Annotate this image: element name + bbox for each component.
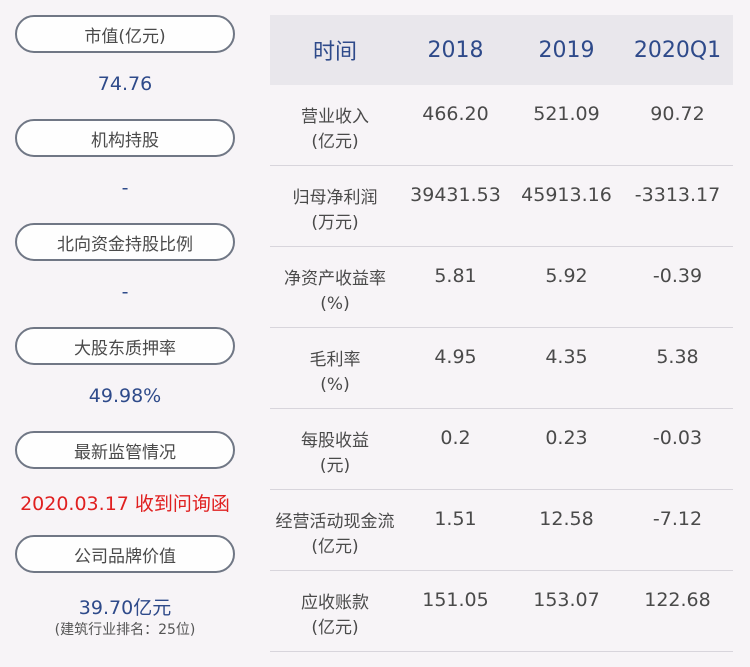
metric-unit: (%) — [320, 294, 350, 314]
metric-unit: (亿元) — [311, 132, 359, 152]
cell-2020q1: -0.03 — [652, 427, 703, 449]
table-header: 时间 2018 2019 2020Q1 — [270, 15, 733, 85]
market-cap-value: 74.76 — [97, 73, 153, 95]
table-row: 净资产收益率 (%) 5.81 5.92 -0.39 — [270, 247, 733, 328]
table-row: 经营活动现金流 (亿元) 1.51 12.58 -7.12 — [270, 490, 733, 571]
cell-2020q1: 5.38 — [656, 346, 699, 368]
pledge-ratio-value: 49.98% — [88, 385, 162, 407]
metric-name: 净资产收益率 — [284, 269, 386, 289]
metric-name: 每股收益 — [301, 431, 369, 451]
cell-2020q1: -3313.17 — [634, 184, 721, 206]
cell-2019: 5.92 — [545, 265, 588, 287]
metric-name: 营业收入 — [301, 107, 369, 127]
brand-rank-note: (建筑行业排名：25位) — [54, 622, 196, 638]
brand-value: 39.70亿元 — [78, 597, 172, 619]
header-period: 时间 — [312, 40, 357, 65]
row-label: 营业收入 (亿元) — [270, 85, 400, 155]
table-row: 毛利率 (%) 4.95 4.35 5.38 — [270, 328, 733, 409]
market-cap-label: 市值(亿元) — [15, 15, 235, 53]
row-label: 归母净利润 (万元) — [270, 166, 400, 236]
metric-name: 经营活动现金流 — [275, 512, 395, 532]
cell-2019: 153.07 — [533, 589, 600, 611]
table-row: 应收账款 (亿元) 151.05 153.07 122.68 — [270, 571, 733, 652]
cell-2020q1: -7.12 — [652, 508, 703, 530]
cell-2020q1: 90.72 — [650, 103, 705, 125]
metric-unit: (万元) — [311, 213, 359, 233]
header-2019: 2019 — [538, 37, 595, 63]
institutional-holding-label: 机构持股 — [15, 119, 235, 157]
pledge-ratio-label: 大股东质押率 — [15, 327, 235, 365]
metric-unit: (亿元) — [311, 618, 359, 638]
supervision-value: 2020.03.17 收到问询函 — [20, 493, 230, 515]
metric-name: 应收账款 — [301, 593, 369, 613]
northbound-ratio-value: - — [121, 281, 129, 303]
metric-name: 归母净利润 — [292, 188, 378, 208]
metric-name: 毛利率 — [309, 350, 361, 370]
metric-unit: (元) — [319, 456, 351, 476]
row-label: 毛利率 (%) — [270, 328, 400, 398]
cell-2018: 4.95 — [434, 346, 477, 368]
cell-2019: 4.35 — [545, 346, 588, 368]
table-row: 归母净利润 (万元) 39431.53 45913.16 -3313.17 — [270, 166, 733, 247]
cell-2020q1: -0.39 — [652, 265, 703, 287]
metric-unit: (%) — [320, 375, 350, 395]
cell-2019: 45913.16 — [521, 184, 612, 206]
table-row: 营业收入 (亿元) 466.20 521.09 90.72 — [270, 85, 733, 166]
row-label: 每股收益 (元) — [270, 409, 400, 479]
cell-2018: 466.20 — [422, 103, 489, 125]
cell-2018: 151.05 — [422, 589, 489, 611]
row-label: 净资产收益率 (%) — [270, 247, 400, 317]
cell-2018: 1.51 — [434, 508, 477, 530]
cell-2018: 39431.53 — [410, 184, 501, 206]
cell-2019: 521.09 — [533, 103, 600, 125]
metric-unit: (亿元) — [311, 537, 359, 557]
cell-2019: 0.23 — [545, 427, 588, 449]
table-row: 每股收益 (元) 0.2 0.23 -0.03 — [270, 409, 733, 490]
cell-2018: 0.2 — [440, 427, 471, 449]
row-label: 应收账款 (亿元) — [270, 571, 400, 641]
cell-2018: 5.81 — [434, 265, 477, 287]
header-2018: 2018 — [427, 37, 484, 63]
brand-value-label: 公司品牌价值 — [15, 535, 235, 573]
cell-2020q1: 122.68 — [644, 589, 711, 611]
supervision-label: 最新监管情况 — [15, 431, 235, 469]
northbound-ratio-label: 北向资金持股比例 — [15, 223, 235, 261]
financial-table: 时间 2018 2019 2020Q1 营业收入 (亿元) 466.20 521… — [270, 15, 733, 652]
row-label: 经营活动现金流 (亿元) — [270, 490, 400, 560]
header-2020q1: 2020Q1 — [633, 37, 722, 63]
institutional-holding-value: - — [121, 177, 129, 199]
left-panel: 市值(亿元) 74.76 机构持股 - 北向资金持股比例 - 大股东质押率 49… — [0, 0, 250, 667]
cell-2019: 12.58 — [539, 508, 594, 530]
